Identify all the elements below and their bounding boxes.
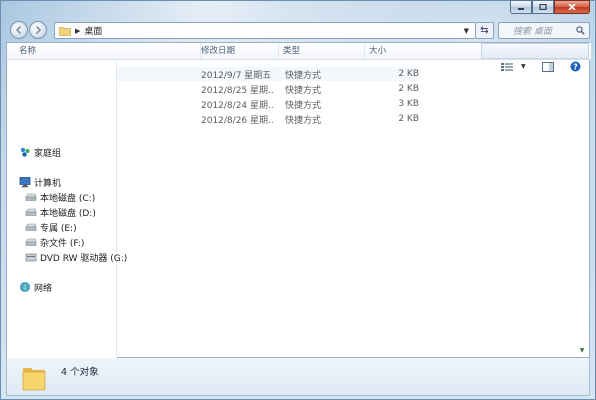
nav-item-dvd-g[interactable]: DVD RW 驱动器 (G:) [25, 250, 127, 264]
address-dropdown-icon[interactable]: ▼ [464, 27, 469, 35]
refresh-icon: ⇆ [480, 25, 489, 36]
file-size: 2 KB [398, 69, 419, 79]
folder-icon [59, 26, 71, 36]
nav-item-label: 家庭组 [34, 148, 62, 159]
nav-item-label: DVD RW 驱动器 (G:) [40, 253, 128, 264]
forward-arrow-icon [35, 25, 42, 35]
maximize-button[interactable] [532, 0, 554, 14]
navigation-pane: 家庭组 计算机 本地磁盘 (C:) 本地磁盘 (D:) 专属 (E:) 杂文件 … [7, 60, 127, 358]
view-toolbar: ▼ ? [501, 61, 581, 72]
address-bar[interactable]: ▶ 桌面 ▼ [54, 22, 476, 39]
network-icon [20, 282, 30, 292]
nav-item-homegroup[interactable]: 家庭组 [19, 145, 61, 159]
nav-item-drive-f[interactable]: 杂文件 (F:) [25, 235, 84, 249]
nav-item-drive-c[interactable]: 本地磁盘 (C:) [25, 190, 95, 204]
maximize-icon [539, 4, 547, 10]
nav-item-drive-e[interactable]: 专属 (E:) [25, 220, 77, 234]
view-dropdown-icon[interactable]: ▼ [521, 63, 526, 70]
dvd-drive-icon [25, 253, 37, 262]
file-type: 快捷方式 [285, 70, 322, 81]
svg-text:?: ? [573, 62, 578, 71]
search-placeholder: 搜索 桌面 [513, 27, 552, 37]
close-button[interactable] [554, 0, 590, 14]
refresh-button[interactable]: ⇆ [476, 22, 494, 39]
minimize-icon [518, 8, 524, 10]
item-count: 4 个对象 [61, 367, 99, 378]
file-date: 2012/9/7 星期五 ... [201, 70, 273, 81]
nav-item-drive-d[interactable]: 本地磁盘 (D:) [25, 205, 96, 219]
hard-drive-icon [25, 223, 37, 231]
file-size: 3 KB [398, 99, 419, 109]
hard-drive-icon [25, 238, 37, 246]
scroll-down-icon[interactable]: ▼ [577, 345, 587, 355]
nav-item-label: 本地磁盘 (C:) [40, 193, 96, 204]
minimize-button[interactable] [510, 0, 532, 14]
file-size: 2 KB [398, 84, 419, 94]
column-header-date[interactable]: 修改日期 [197, 43, 279, 60]
hard-drive-icon [25, 193, 37, 201]
file-type: 快捷方式 [285, 85, 322, 96]
file-view: 名称 修改日期 类型 大小 ▼ ? Lenovo YouCam 2012/9/7… [6, 42, 591, 358]
caption-buttons [510, 0, 590, 16]
file-type: 快捷方式 [285, 115, 322, 126]
preview-pane-icon[interactable] [541, 61, 554, 72]
back-arrow-icon [15, 25, 22, 35]
nav-item-label: 杂文件 (F:) [40, 238, 85, 249]
status-bar: 4 个对象 [6, 358, 590, 396]
back-button[interactable] [10, 21, 28, 39]
nav-item-computer[interactable]: 计算机 [19, 175, 61, 189]
breadcrumb-chevron-icon: ▶ [75, 26, 81, 35]
file-date: 2012/8/24 星期... [201, 100, 273, 111]
nav-item-label: 本地磁盘 (D:) [40, 208, 96, 219]
folder-icon [22, 368, 46, 391]
column-header-type[interactable]: 类型 [279, 43, 365, 60]
forward-button[interactable] [29, 21, 47, 39]
file-type: 快捷方式 [285, 100, 322, 111]
nav-item-network[interactable]: 网络 [19, 280, 52, 294]
details-pane-strip [481, 43, 589, 59]
file-date: 2012/8/25 星期... [201, 85, 273, 96]
nav-item-label: 计算机 [34, 178, 62, 189]
search-input[interactable]: 搜索 桌面 [498, 22, 590, 39]
hard-drive-icon [25, 208, 37, 216]
homegroup-icon [20, 147, 30, 157]
help-icon[interactable]: ? [570, 61, 581, 72]
file-size: 2 KB [398, 114, 419, 124]
column-header-name[interactable]: 名称 [15, 43, 201, 60]
nav-item-label: 网络 [34, 283, 53, 294]
column-header-size[interactable]: 大小 [365, 43, 423, 60]
search-icon [576, 26, 585, 35]
close-icon [568, 4, 576, 10]
nav-item-label: 专属 (E:) [40, 223, 77, 234]
file-date: 2012/8/26 星期... [201, 115, 273, 126]
view-options-icon[interactable] [501, 62, 513, 72]
computer-icon [19, 177, 31, 188]
breadcrumb-item-desktop[interactable]: 桌面 [84, 24, 102, 37]
